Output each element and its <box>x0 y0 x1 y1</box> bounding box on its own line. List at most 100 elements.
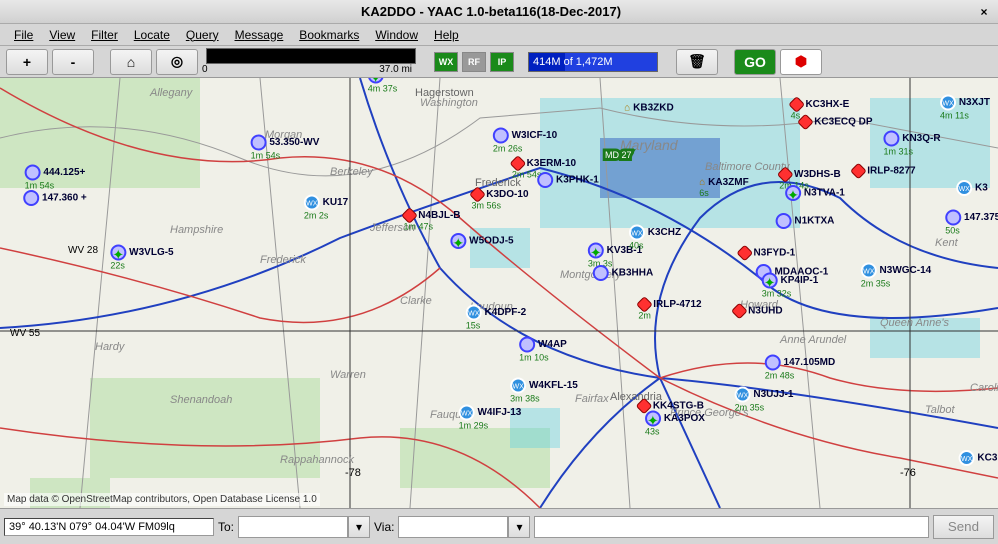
menu-filter[interactable]: Filter <box>83 26 126 44</box>
station-callsign: IRLP-4712 <box>653 299 701 310</box>
home-button[interactable]: ⌂ <box>110 49 152 75</box>
star-icon: ✦ <box>450 233 466 249</box>
menu-help[interactable]: Help <box>426 26 467 44</box>
station-marker[interactable]: KB3HHA <box>593 265 653 281</box>
station-age: 6s <box>699 188 709 198</box>
to-input[interactable] <box>238 516 348 538</box>
wx-icon: WX <box>735 387 751 403</box>
station-marker[interactable]: 53.350-WV1m 54s <box>251 135 320 162</box>
station-marker[interactable]: WX W4KFL-153m 38s <box>510 378 578 405</box>
station-marker[interactable]: K3PHK-1 <box>537 172 599 188</box>
menu-message[interactable]: Message <box>227 26 292 44</box>
station-marker[interactable]: W3ICF-102m 26s <box>493 128 557 155</box>
station-marker[interactable]: WX K4DPF-215s <box>466 305 526 332</box>
star-icon: ✦ <box>110 245 126 261</box>
station-marker[interactable]: N3UHD <box>733 305 782 317</box>
repeater-icon <box>493 128 509 144</box>
zoom-in-button[interactable]: + <box>6 49 48 75</box>
digi-icon <box>736 245 753 262</box>
wx-icon: WX <box>304 195 320 211</box>
station-marker[interactable]: ⌂ KA3ZMF6s <box>699 177 748 199</box>
station-callsign: K3ERM-10 <box>527 158 576 169</box>
go-icon: GO <box>744 54 766 70</box>
station-marker[interactable]: ✦ KA3POX43s <box>645 411 705 438</box>
station-marker[interactable]: WX KU172m 2s <box>304 195 348 222</box>
station-callsign: K4DPF-2 <box>485 307 527 318</box>
send-button[interactable]: Send <box>933 515 994 539</box>
svg-text:Rappahannock: Rappahannock <box>280 454 355 466</box>
to-label: To: <box>218 520 234 534</box>
status-bar: 39° 40.13'N 079° 04.04'W FM09lq To: ▾ Vi… <box>0 508 998 544</box>
station-marker[interactable]: ⌂ KB3ZKD <box>624 103 673 114</box>
station-marker[interactable]: KN3Q-R1m 31s <box>883 131 940 158</box>
menu-view[interactable]: View <box>41 26 83 44</box>
rf-toggle[interactable]: RF <box>462 52 486 72</box>
station-marker[interactable]: ✦ N3KTX-44m 37s <box>368 78 428 95</box>
station-marker[interactable]: WX N3XJT4m 11s <box>940 95 990 122</box>
menu-locate[interactable]: Locate <box>126 26 178 44</box>
chevron-down-icon[interactable]: ▾ <box>508 516 530 538</box>
map-view[interactable]: Allegany Morgan Berkeley Hampshire Hardy… <box>0 78 998 508</box>
zoom-out-button[interactable]: - <box>52 49 94 75</box>
wx-toggle[interactable]: WX <box>434 52 458 72</box>
target-button[interactable]: ◎ <box>156 49 198 75</box>
station-marker[interactable]: ✦ KP4IP-13m 32s <box>762 273 819 300</box>
menu-file[interactable]: File <box>6 26 41 44</box>
station-marker[interactable]: ✦ N3TVA-1 <box>785 185 845 201</box>
ip-toggle[interactable]: IP <box>490 52 514 72</box>
station-age: 50s <box>945 226 960 236</box>
menu-query[interactable]: Query <box>178 26 227 44</box>
svg-text:Frederick: Frederick <box>260 254 306 266</box>
via-input[interactable] <box>398 516 508 538</box>
close-icon[interactable]: × <box>976 4 992 20</box>
menu-window[interactable]: Window <box>367 26 426 44</box>
station-marker[interactable]: WX K3CHZ40s <box>629 225 681 252</box>
go-button[interactable]: GO <box>734 49 776 75</box>
station-marker[interactable]: IRLP-8277 <box>852 165 915 177</box>
station-marker[interactable]: WX W4IFJ-131m 29s <box>459 405 522 432</box>
trash-icon: 🗑 <box>688 53 706 70</box>
station-marker[interactable]: WX KC3 <box>959 450 998 466</box>
station-marker[interactable]: WX N3WGC-142m 35s <box>861 263 931 290</box>
station-marker[interactable]: N1KTXA <box>776 213 835 229</box>
to-combo[interactable]: ▾ <box>238 516 370 538</box>
station-marker[interactable]: 147.105MD2m 48s <box>765 355 835 382</box>
repeater-icon <box>593 265 609 281</box>
station-marker[interactable]: N4BJL-B1m 47s <box>403 210 460 233</box>
stop-button[interactable]: ⬢ <box>780 49 822 75</box>
home-icon: ⌂ <box>127 54 135 70</box>
svg-text:-76: -76 <box>900 467 916 479</box>
station-marker[interactable]: 444.125+1m 54s <box>25 165 86 192</box>
station-marker[interactable]: 147.360 + <box>23 190 87 206</box>
trash-button[interactable]: 🗑 <box>676 49 718 75</box>
station-marker[interactable]: N3FYD-1 <box>739 247 795 259</box>
star-icon: ✦ <box>645 411 661 427</box>
station-callsign: K3PHK-1 <box>556 175 599 186</box>
station-callsign: K3DO-10 <box>486 189 528 200</box>
station-age: 43s <box>645 427 660 437</box>
repeater-icon <box>537 172 553 188</box>
station-callsign: W4IFJ-13 <box>477 407 521 418</box>
station-marker[interactable]: K3DO-103m 56s <box>471 189 528 212</box>
station-callsign: KB3HHA <box>612 268 654 279</box>
station-age: 2m 48s <box>765 371 795 381</box>
repeater-icon <box>23 190 39 206</box>
station-callsign: K3 <box>975 183 988 194</box>
station-callsign: N3TVA-1 <box>804 188 845 199</box>
station-marker[interactable]: W4AP1m 10s <box>519 337 567 364</box>
digi-icon <box>731 303 748 320</box>
message-input[interactable] <box>534 516 928 538</box>
station-age: 4m 37s <box>368 84 398 94</box>
station-marker[interactable]: WX N3UJJ-12m 35s <box>735 387 794 414</box>
station-marker[interactable]: ✦ W5ODJ-5 <box>450 233 513 249</box>
station-callsign: W5ODJ-5 <box>469 236 513 247</box>
chevron-down-icon[interactable]: ▾ <box>348 516 370 538</box>
star-icon: ✦ <box>762 273 778 289</box>
via-combo[interactable]: ▾ <box>398 516 530 538</box>
station-marker[interactable]: 147.375-K50s <box>945 210 998 237</box>
menu-bookmarks[interactable]: Bookmarks <box>291 26 367 44</box>
station-marker[interactable]: WX K3 <box>956 180 988 196</box>
station-marker[interactable]: KC3ECQ DP <box>799 116 872 128</box>
station-marker[interactable]: ✦ W3VLG-522s <box>110 245 173 272</box>
station-marker[interactable]: IRLP-47122m <box>638 299 701 322</box>
